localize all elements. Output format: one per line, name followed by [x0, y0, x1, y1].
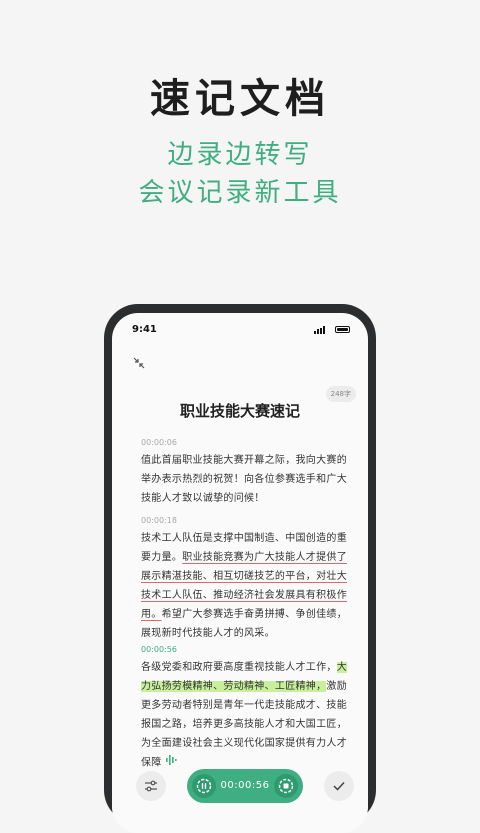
- hero-subtitle-line1: 边录边转写: [167, 140, 313, 170]
- hero-subtitle-line2: 会议记录新工具: [138, 178, 342, 208]
- timestamp: 00:00:06: [141, 438, 177, 447]
- transcript-paragraph: 00:00:06 值此首届职业技能大赛开幕之际，我向大赛的举办表示热烈的祝贺！向…: [141, 438, 351, 508]
- collapse-arrows-icon[interactable]: [132, 355, 146, 369]
- transcript-paragraph-active: 00:00:56 各级党委和政府要高度重视技能人才工作，大力弘扬劳模精神、劳动精…: [141, 645, 351, 773]
- text-segment: 值此首届职业技能大赛开幕之际，我向大赛的举办表示热烈的祝贺！向各位参赛选手和广大…: [141, 455, 347, 504]
- phone-mockup: 9:41 248字 职业技能大赛速记 00:00:06 值此首届职业技能大赛开幕…: [104, 304, 376, 833]
- sliders-icon: [145, 780, 157, 792]
- recording-control[interactable]: 00:00:56: [187, 769, 303, 803]
- stop-button[interactable]: [274, 774, 298, 798]
- paragraph-text: 值此首届职业技能大赛开幕之际，我向大赛的举办表示热烈的祝贺！向各位参赛选手和广大…: [141, 451, 351, 508]
- stop-icon: [278, 778, 294, 794]
- phone-screen: 9:41 248字 职业技能大赛速记 00:00:06 值此首届职业技能大赛开幕…: [112, 313, 368, 833]
- done-button[interactable]: [324, 771, 354, 801]
- document-title: 职业技能大赛速记: [179, 402, 300, 420]
- voice-wave-icon: [165, 753, 177, 772]
- paragraph-text: 各级党委和政府要高度重视技能人才工作，大力弘扬劳模精神、劳动精神、工匠精神，激励…: [141, 658, 351, 773]
- status-icons: [310, 326, 350, 334]
- paragraph-text: 技术工人队伍是支撑中国制造、中国创造的重要力量。职业技能竞赛为广大技能人才提供了…: [141, 529, 351, 643]
- status-time: 9:41: [132, 324, 157, 335]
- text-segment: 各级党委和政府要高度重视技能人才工作，: [141, 662, 337, 673]
- battery-icon: [335, 326, 350, 333]
- signal-icon: [314, 326, 328, 334]
- timestamp: 00:00:18: [141, 516, 177, 525]
- timestamp: 00:00:56: [141, 645, 177, 654]
- hero-title: 速记文档: [150, 76, 330, 122]
- settings-button[interactable]: [136, 771, 166, 801]
- text-segment: 希望广大参赛选手奋勇拼搏、争创佳绩，展现新时代技能人才的风采。: [141, 609, 348, 639]
- transcript-paragraph: 00:00:18 技术工人队伍是支撑中国制造、中国创造的重要力量。职业技能竞赛为…: [141, 516, 351, 643]
- check-icon: [333, 781, 345, 791]
